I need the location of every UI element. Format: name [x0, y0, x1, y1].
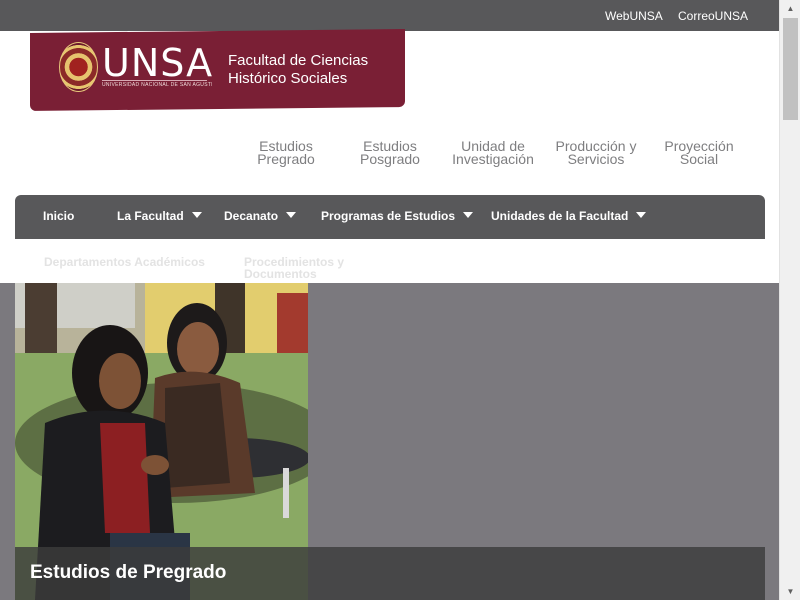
chevron-down-icon [636, 212, 647, 218]
secnav-estudios-pregrado[interactable]: Estudios Pregrado [246, 139, 326, 167]
nav-item-label: La Facultad [117, 209, 184, 223]
secnav-unidad-investigacion[interactable]: Unidad de Investigación [450, 139, 536, 167]
hero-caption-title: Estudios de Pregrado [30, 562, 227, 583]
nav-item-label: Unidades de la Facultad [491, 209, 629, 223]
hero-caption-bar[interactable]: Estudios de Pregrado [15, 547, 765, 600]
faculty-name-line2: Histórico Sociales [228, 70, 348, 87]
secnav-label-line2: Posgrado [360, 151, 420, 167]
nav-item-label: Inicio [43, 209, 75, 223]
main-nav: Inicio La Facultad Decanato Programas de… [15, 195, 765, 239]
chevron-down-icon [191, 212, 202, 218]
university-seal-icon [59, 42, 98, 92]
nav-item-inicio[interactable]: Inicio [43, 209, 74, 223]
nav-item-unidades-de-la-facultad[interactable]: Unidades de la Facultad [491, 209, 647, 223]
dropdown-item-procedimientos[interactable]: Procedimientos y Documentos [244, 256, 344, 280]
secnav-label-line2: Pregrado [257, 151, 315, 167]
secnav-label-line2: Servicios [567, 151, 625, 167]
unsa-logo-subtext: UNIVERSIDAD NACIONAL DE SAN AGUSTÍN DE A… [102, 82, 212, 88]
correounsa-link[interactable]: CorreoUNSA [678, 9, 748, 23]
vertical-scrollbar[interactable]: ▲ ▼ [779, 0, 800, 600]
secnav-proyeccion-social[interactable]: Proyección Social [656, 139, 742, 167]
nav-dropdown-strip: Departamentos Académicos Procedimientos … [0, 239, 779, 283]
logo-divider [102, 80, 207, 81]
scroll-up-icon[interactable]: ▲ [780, 0, 800, 17]
dropdown-item-departamentos[interactable]: Departamentos Académicos [44, 256, 205, 268]
secnav-label-line2: Investigación [452, 151, 534, 167]
scroll-thumb[interactable] [783, 18, 798, 120]
secnav-label-line2: Social [679, 151, 719, 167]
nav-item-decanato[interactable]: Decanato [224, 209, 297, 223]
faculty-name-line1: Facultad de Ciencias [228, 52, 369, 69]
nav-item-la-facultad[interactable]: La Facultad [117, 209, 202, 223]
secnav-produccion-servicios[interactable]: Producción y Servicios [550, 139, 642, 167]
chevron-down-icon [286, 212, 297, 218]
top-utility-bar: WebUNSA CorreoUNSA [0, 0, 779, 31]
nav-item-programas-de-estudios[interactable]: Programas de Estudios [321, 209, 474, 223]
nav-item-label: Programas de Estudios [321, 209, 456, 223]
chevron-down-icon [463, 212, 474, 218]
faculty-name: Facultad de Ciencias Histórico Sociales [228, 52, 388, 88]
nav-item-label: Decanato [224, 209, 279, 223]
scroll-down-icon[interactable]: ▼ [780, 583, 800, 600]
unsa-logo-text: UNSA [102, 41, 214, 85]
secnav-estudios-posgrado[interactable]: Estudios Posgrado [350, 139, 430, 167]
dropdown-item-label-line2: Documentos [244, 267, 317, 281]
webunsa-link[interactable]: WebUNSA [605, 9, 663, 23]
dropdown-item-label: Departamentos Académicos [44, 255, 205, 269]
